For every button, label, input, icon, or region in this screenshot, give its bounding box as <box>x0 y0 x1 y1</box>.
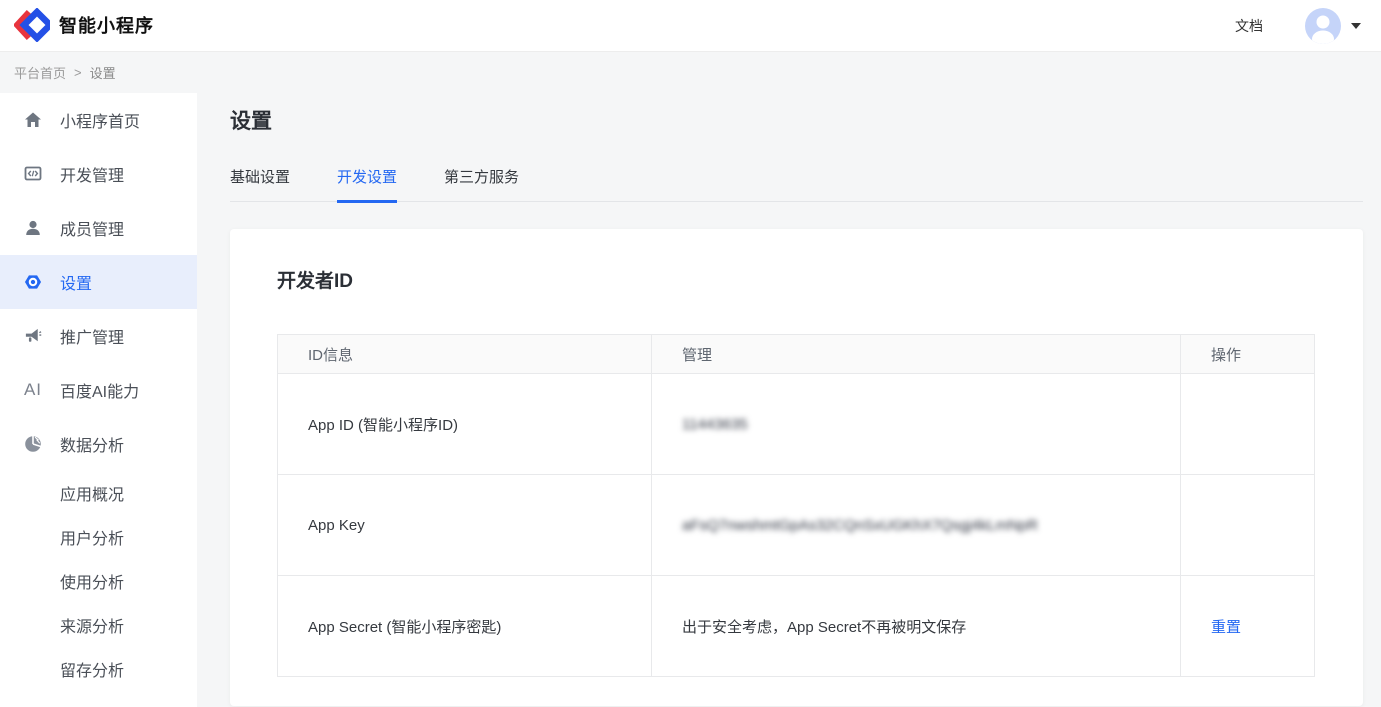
tab-basic-settings[interactable]: 基础设置 <box>230 166 290 203</box>
sidebar: 小程序首页 开发管理 成员管理 设置 <box>0 93 197 707</box>
table-row-app-key: App Key aFsQ7nwshmtGpAs32CQnSxUGKhX7Qsgj… <box>278 475 1315 576</box>
column-header-management: 管理 <box>652 335 1181 374</box>
app-id-value-redacted: 11443635 <box>682 416 748 433</box>
column-header-id-info: ID信息 <box>278 335 652 374</box>
sidebar-subitem-usage-analysis[interactable]: 使用分析 <box>0 559 197 603</box>
avatar[interactable] <box>1305 8 1341 44</box>
breadcrumb-separator: > <box>74 65 82 80</box>
megaphone-icon <box>24 327 42 345</box>
sidebar-item-baidu-ai[interactable]: AI 百度AI能力 <box>0 363 197 417</box>
smart-program-logo-icon <box>14 8 50 42</box>
sidebar-subitem-label: 用户分析 <box>60 525 124 549</box>
sidebar-item-label: 设置 <box>60 270 92 294</box>
sidebar-item-members[interactable]: 成员管理 <box>0 201 197 255</box>
sidebar-item-promotion[interactable]: 推广管理 <box>0 309 197 363</box>
tab-third-party-services[interactable]: 第三方服务 <box>444 166 519 203</box>
tab-dev-settings[interactable]: 开发设置 <box>337 166 397 203</box>
sidebar-item-label: 数据分析 <box>60 432 124 456</box>
page-title: 设置 <box>230 105 1363 135</box>
column-header-action: 操作 <box>1181 335 1315 374</box>
card-heading: 开发者ID <box>277 269 1316 295</box>
table-header-row: ID信息 管理 操作 <box>278 335 1315 374</box>
reset-button[interactable]: 重置 <box>1211 619 1241 636</box>
main-content: 设置 基础设置 开发设置 第三方服务 开发者ID ID信息 管理 操作 App … <box>197 93 1381 707</box>
app-key-value-redacted: aFsQ7nwshmtGpAs32CQnSxUGKhX7Qsgj4kLmNpR <box>682 517 1038 534</box>
brand[interactable]: 智能小程序 <box>14 8 154 42</box>
sidebar-subitem-app-overview[interactable]: 应用概况 <box>0 471 197 515</box>
user-silhouette-icon <box>1305 8 1341 44</box>
sidebar-subitem-retention-analysis[interactable]: 留存分析 <box>0 647 197 691</box>
sidebar-item-settings[interactable]: 设置 <box>0 255 197 309</box>
code-icon <box>24 165 42 183</box>
sidebar-item-label: 成员管理 <box>60 216 124 240</box>
sidebar-subitem-label: 留存分析 <box>60 657 124 681</box>
sidebar-subitem-source-analysis[interactable]: 来源分析 <box>0 603 197 647</box>
sidebar-item-label: 小程序首页 <box>60 108 140 132</box>
action-cell-empty <box>1181 475 1315 576</box>
tab-bar: 基础设置 开发设置 第三方服务 <box>230 166 1363 202</box>
breadcrumb-home[interactable]: 平台首页 <box>14 63 66 82</box>
sidebar-subitem-label: 使用分析 <box>60 569 124 593</box>
app-secret-notice: 出于安全考虑，App Secret不再被明文保存 <box>652 576 1181 677</box>
account-dropdown-caret-icon[interactable] <box>1351 23 1361 29</box>
sidebar-item-dev-management[interactable]: 开发管理 <box>0 147 197 201</box>
sidebar-item-label: 百度AI能力 <box>60 378 139 402</box>
sidebar-item-home[interactable]: 小程序首页 <box>0 93 197 147</box>
settings-icon <box>24 273 42 291</box>
row-label: App ID (智能小程序ID) <box>278 374 652 475</box>
developer-id-table: ID信息 管理 操作 App ID (智能小程序ID) 11443635 App… <box>277 334 1315 677</box>
home-icon <box>24 111 42 129</box>
member-icon <box>24 219 42 237</box>
pie-chart-icon <box>24 435 42 453</box>
brand-title: 智能小程序 <box>59 12 154 38</box>
docs-link[interactable]: 文档 <box>1235 16 1263 36</box>
table-row-app-id: App ID (智能小程序ID) 11443635 <box>278 374 1315 475</box>
row-label: App Secret (智能小程序密匙) <box>278 576 652 677</box>
row-label: App Key <box>278 475 652 576</box>
sidebar-item-label: 开发管理 <box>60 162 124 186</box>
action-cell-empty <box>1181 374 1315 475</box>
sidebar-item-data-analysis[interactable]: 数据分析 <box>0 417 197 471</box>
sidebar-item-label: 推广管理 <box>60 324 124 348</box>
sidebar-subitem-label: 应用概况 <box>60 481 124 505</box>
sidebar-subitem-user-analysis[interactable]: 用户分析 <box>0 515 197 559</box>
ai-icon: AI <box>24 381 42 399</box>
developer-id-card: 开发者ID ID信息 管理 操作 App ID (智能小程序ID) 114436… <box>230 229 1363 706</box>
top-header: 智能小程序 文档 <box>0 0 1381 52</box>
sidebar-subitem-label: 来源分析 <box>60 613 124 637</box>
breadcrumb-current: 设置 <box>90 63 116 82</box>
table-row-app-secret: App Secret (智能小程序密匙) 出于安全考虑，App Secret不再… <box>278 576 1315 677</box>
breadcrumb: 平台首页 > 设置 <box>0 52 1381 93</box>
